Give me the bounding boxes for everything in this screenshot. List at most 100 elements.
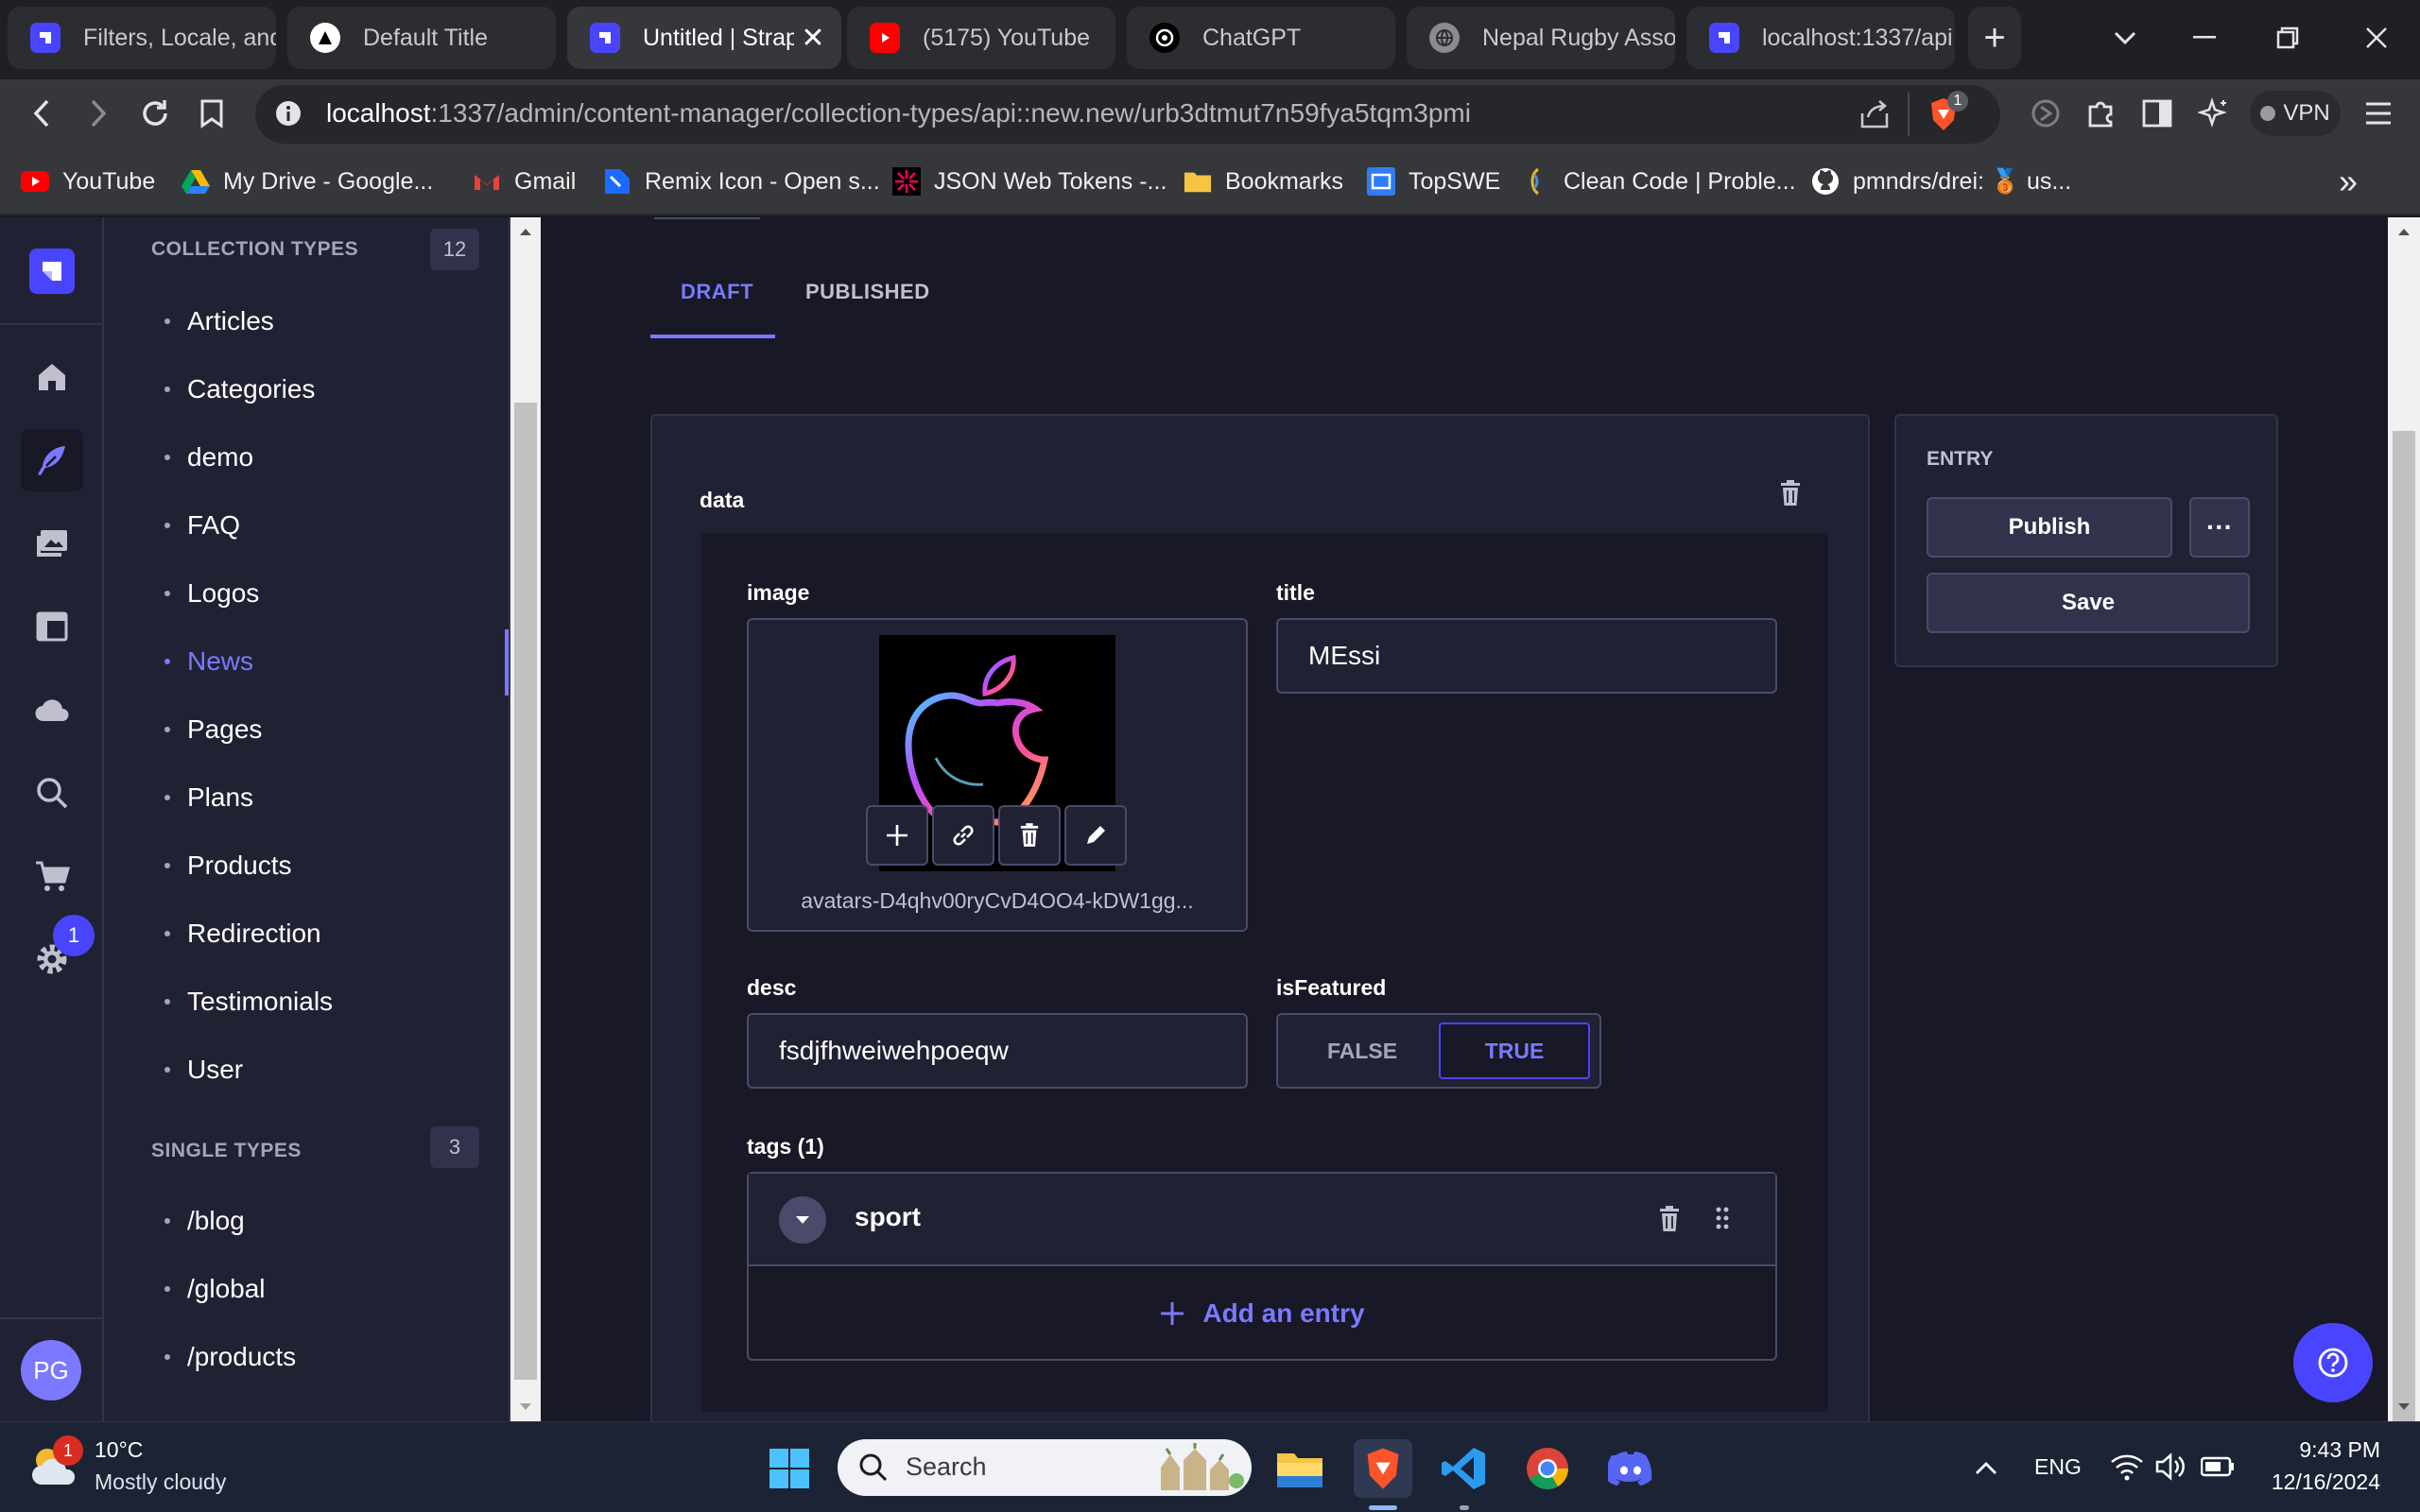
cart-icon[interactable] [21, 845, 83, 907]
subnav-scrollbar[interactable] [510, 217, 541, 1421]
edit-asset-button[interactable] [1064, 805, 1127, 866]
nav-item-categories[interactable]: Categories [164, 370, 315, 408]
main-scrollbar[interactable] [2388, 217, 2420, 1421]
bookmark-clean-code[interactable]: Clean Code | Proble... [1522, 164, 1796, 198]
nav-item-demo[interactable]: demo [164, 438, 253, 476]
bookmark-topswe[interactable]: TopSWE [1367, 164, 1500, 198]
bookmark-github[interactable]: pmndrs/drei: 🥉 us... [1811, 164, 2071, 198]
tab-published[interactable]: PUBLISHED [805, 280, 930, 304]
bookmark-folder[interactable]: Bookmarks [1184, 164, 1343, 198]
discord-icon[interactable] [1601, 1439, 1660, 1498]
nav-item-news[interactable]: News [164, 643, 253, 680]
scroll-down-icon[interactable] [518, 1402, 533, 1412]
delete-asset-button[interactable] [998, 805, 1061, 866]
nav-item-global[interactable]: /global [164, 1270, 266, 1308]
nav-item-articles[interactable]: Articles [164, 302, 274, 340]
featured-toggle[interactable]: FALSE TRUE [1276, 1013, 1601, 1089]
taskbar-search[interactable]: Search [838, 1439, 1252, 1496]
title-input[interactable]: MEssi [1276, 618, 1777, 694]
site-info-icon[interactable] [274, 99, 302, 128]
nav-item-plans[interactable]: Plans [164, 779, 253, 816]
nav-item-testimonials[interactable]: Testimonials [164, 983, 333, 1021]
system-tray-chevron-icon[interactable] [1957, 1439, 2015, 1498]
save-button[interactable]: Save [1927, 573, 2250, 633]
extensions-icon[interactable] [2078, 91, 2123, 136]
add-entry-button[interactable]: Add an entry [749, 1268, 1775, 1359]
tab-search-chevron-icon[interactable] [2097, 13, 2153, 62]
vpn-button[interactable]: VPN [2250, 91, 2341, 136]
weather-desc[interactable]: Mostly cloudy [95, 1469, 226, 1495]
scroll-up-icon[interactable] [518, 227, 533, 236]
delete-tag-icon[interactable] [1658, 1206, 1681, 1232]
vscode-icon[interactable] [1435, 1439, 1494, 1498]
menu-icon[interactable] [2356, 91, 2401, 136]
browser-tab[interactable]: localhost:1337/api [1686, 7, 1955, 69]
cloud-icon[interactable] [21, 679, 83, 741]
clock-date[interactable]: 12/16/2024 [2248, 1469, 2380, 1495]
delete-component-icon[interactable] [1779, 480, 1802, 507]
bookmark-jwt[interactable]: JSON Web Tokens -... [892, 164, 1167, 198]
volume-icon[interactable] [2155, 1452, 2187, 1481]
user-avatar[interactable]: PG [21, 1340, 81, 1400]
more-bookmarks-icon[interactable]: » [2339, 162, 2358, 200]
nav-item-logos[interactable]: Logos [164, 575, 259, 612]
bookmark-remix-icon[interactable]: Remix Icon - Open s... [603, 164, 880, 198]
browser-tab[interactable]: Default Title [287, 7, 556, 69]
more-actions-button[interactable]: ··· [2189, 497, 2250, 558]
share-icon[interactable] [1858, 98, 1891, 130]
clock-time[interactable]: 9:43 PM [2267, 1437, 2380, 1463]
scroll-up-icon[interactable] [2396, 227, 2411, 236]
scrollbar-thumb[interactable] [514, 403, 537, 1380]
strapi-logo[interactable] [21, 240, 83, 302]
content-manager-icon[interactable] [21, 429, 83, 491]
leo-ai-icon[interactable] [2191, 91, 2237, 136]
add-asset-button[interactable] [866, 805, 928, 866]
language-indicator[interactable]: ENG [2034, 1454, 2082, 1480]
weather-temp[interactable]: 10°C [95, 1437, 143, 1463]
file-explorer-icon[interactable] [1270, 1439, 1329, 1498]
drag-handle-icon[interactable] [1715, 1206, 1730, 1230]
nav-item-products[interactable]: Products [164, 847, 292, 885]
browser-tab-active[interactable]: Untitled | Strap ✕ [567, 7, 841, 69]
featured-true-option[interactable]: TRUE [1439, 1022, 1590, 1079]
nav-item-products-single[interactable]: /products [164, 1338, 296, 1376]
help-button[interactable] [2293, 1323, 2373, 1402]
chrome-icon[interactable] [1518, 1439, 1577, 1498]
nav-item-blog[interactable]: /blog [164, 1202, 245, 1240]
copy-link-button[interactable] [932, 805, 994, 866]
minimize-window-icon[interactable] [2176, 13, 2233, 62]
brave-taskbar-icon[interactable] [1354, 1439, 1412, 1498]
chevron-down-icon[interactable] [779, 1196, 826, 1244]
bookmark-gmail[interactable]: Gmail [473, 164, 576, 198]
bookmark-google-drive[interactable]: My Drive - Google... [182, 164, 433, 198]
wifi-icon[interactable] [2110, 1452, 2144, 1481]
browser-tab[interactable]: ChatGPT [1127, 7, 1395, 69]
desc-input[interactable]: fsdjfhweiwehpoeqw [747, 1013, 1248, 1089]
close-tab-icon[interactable]: ✕ [794, 22, 832, 55]
media-library-icon[interactable] [21, 512, 83, 575]
nav-item-user[interactable]: User [164, 1051, 243, 1089]
scrollbar-thumb[interactable] [2393, 431, 2415, 1421]
forward-icon[interactable] [76, 91, 121, 136]
battery-icon[interactable] [2201, 1456, 2235, 1477]
scroll-down-icon[interactable] [2396, 1402, 2411, 1412]
browser-tab[interactable]: Nepal Rugby Asso [1407, 7, 1675, 69]
tag-entry-row[interactable]: sport [749, 1174, 1775, 1266]
nav-item-redirection[interactable]: Redirection [164, 915, 321, 953]
featured-false-option[interactable]: FALSE [1286, 1022, 1439, 1079]
publish-button[interactable]: Publish [1927, 497, 2172, 558]
close-window-icon[interactable] [2348, 13, 2405, 62]
reload-icon[interactable] [132, 91, 178, 136]
image-field[interactable]: avatars-D4qhv00ryCvD4OO4-kDW1gg... [747, 618, 1248, 932]
nav-item-faq[interactable]: FAQ [164, 507, 240, 544]
home-icon[interactable] [21, 346, 83, 408]
browser-tab[interactable]: Filters, Locale, and [8, 7, 276, 69]
bookmark-youtube[interactable]: YouTube [21, 164, 155, 198]
content-type-builder-icon[interactable] [21, 595, 83, 658]
nav-item-pages[interactable]: Pages [164, 711, 262, 748]
sidebar-icon[interactable] [2135, 91, 2180, 136]
bookmark-icon[interactable] [189, 91, 234, 136]
address-bar[interactable]: localhost:1337/admin/content-manager/col… [255, 85, 2000, 144]
restore-window-icon[interactable] [2259, 13, 2316, 62]
brave-rewards-icon[interactable] [2023, 91, 2068, 136]
